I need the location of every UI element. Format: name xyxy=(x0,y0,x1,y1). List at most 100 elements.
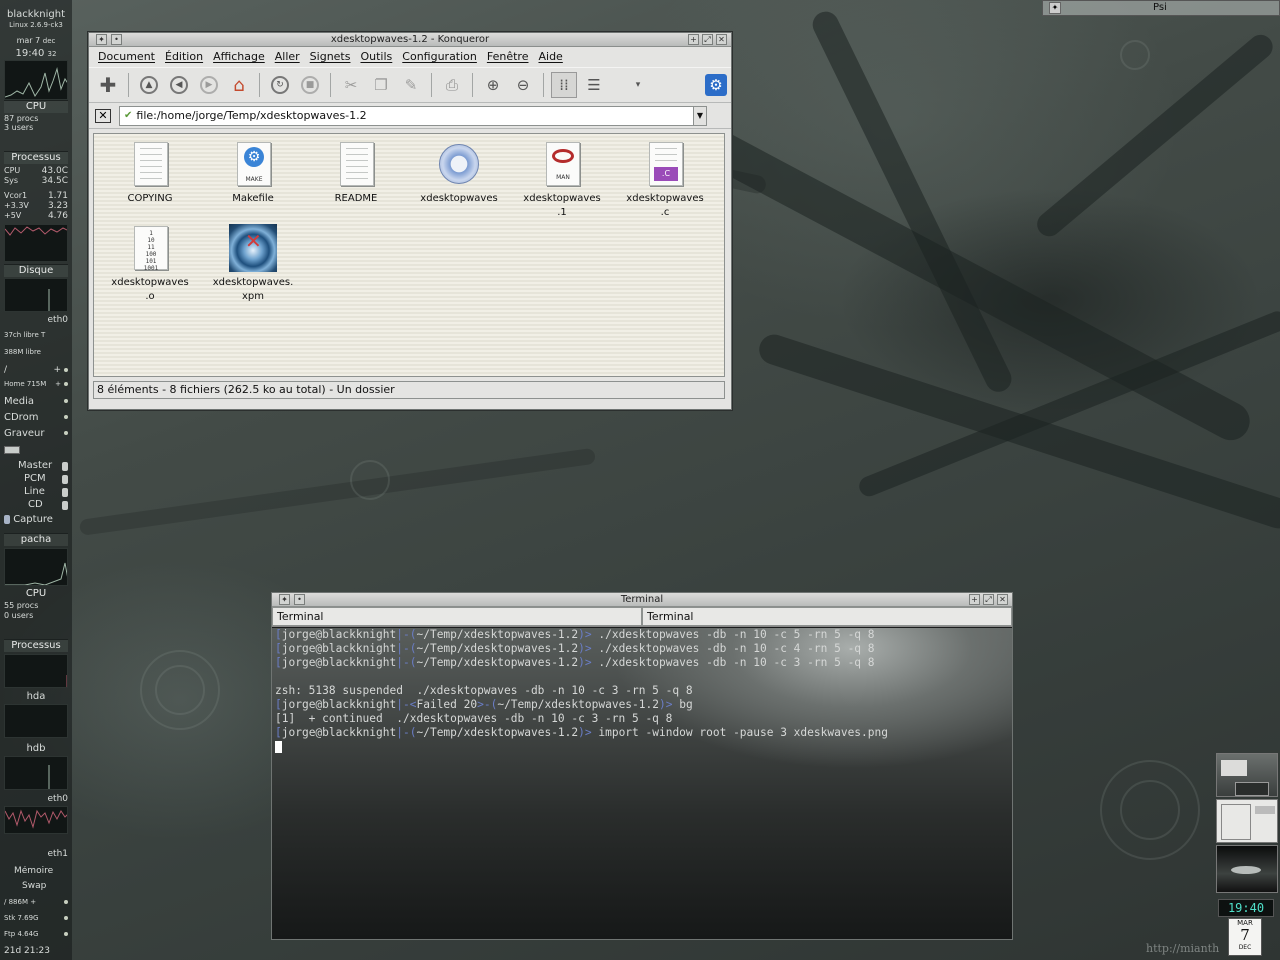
mixer-capture[interactable]: Capture xyxy=(4,514,68,525)
fs-entry: 37ch libre T xyxy=(4,331,46,339)
list-view-icon[interactable]: ☰ xyxy=(581,72,607,98)
terminal-line: [jorge@blackknight|-<Failed 20>-(~/Temp/… xyxy=(275,698,693,711)
calendar-day: 7 xyxy=(1240,926,1250,944)
menu-outils[interactable]: Outils xyxy=(355,47,397,67)
eth1-label: eth1 xyxy=(47,849,69,859)
file-item-xpm[interactable]: ✕ xdesktopwaves. xpm xyxy=(201,224,305,304)
close-button[interactable]: ✕ xyxy=(997,594,1008,605)
terminal-line: [jorge@blackknight|-(~/Temp/xdesktopwave… xyxy=(275,726,888,739)
zoom-in-icon[interactable]: ⊕ xyxy=(480,72,506,98)
proc2-graph xyxy=(4,654,68,688)
wallpaper-watermark: http://mianth xyxy=(1146,942,1220,955)
uptime: 21d 21:23 xyxy=(4,946,50,956)
eth0-label: eth0 xyxy=(47,315,69,325)
konqueror-gear-icon[interactable]: ⚙ xyxy=(705,74,727,96)
file-item-xdesktopwaves[interactable]: xdesktopwaves xyxy=(407,140,511,206)
digital-clock: 19:40 xyxy=(1218,899,1274,917)
desktop-thumbnail-1[interactable] xyxy=(1216,753,1278,797)
new-tab-icon[interactable]: ✚ xyxy=(95,72,121,98)
mixer-cd[interactable]: CD xyxy=(4,499,68,510)
hdb-label: hdb xyxy=(26,743,46,754)
status-bar: 8 éléments - 8 fichiers (262.5 ko au tot… xyxy=(93,381,725,399)
location-input[interactable]: ✔ file:/home/jorge/Temp/xdesktopwaves-1.… xyxy=(119,105,707,126)
mixer-pcm[interactable]: PCM xyxy=(4,473,68,484)
file-item-readme[interactable]: README xyxy=(304,140,408,206)
psi-button[interactable]: ✦ xyxy=(1049,2,1061,14)
clear-location-icon[interactable]: ✕ xyxy=(95,108,111,123)
terminal-output[interactable]: [jorge@blackknight|-(~/Temp/xdesktopwave… xyxy=(272,628,1012,939)
psi-label: Psi xyxy=(1153,2,1167,13)
menu-fenetre[interactable]: Fenêtre xyxy=(482,47,534,67)
forward-icon[interactable]: ▶ xyxy=(196,72,222,98)
terminal-tab-1[interactable]: Terminal xyxy=(272,607,642,626)
terminal-window: ✦ • Terminal + ⤢ ✕ Terminal Terminal [jo… xyxy=(271,592,1013,940)
maximize-button[interactable]: ⤢ xyxy=(702,34,713,45)
desktop-thumbnail-3[interactable] xyxy=(1216,845,1278,893)
terminal-cursor xyxy=(275,740,1009,754)
makefile-icon: ⚙ MAKE xyxy=(229,140,277,188)
man-page-icon: MAN xyxy=(538,140,586,188)
terminal-tab-2[interactable]: Terminal xyxy=(642,607,1012,626)
file-item-c-source[interactable]: .C xdesktopwaves .c xyxy=(613,140,717,220)
mail-icon[interactable] xyxy=(4,446,68,456)
proc2-label: Processus xyxy=(4,639,68,652)
sensor-graph xyxy=(4,224,68,262)
menu-configuration[interactable]: Configuration xyxy=(397,47,482,67)
mount-graveur[interactable]: Graveur xyxy=(4,428,68,439)
cut-icon[interactable]: ✂ xyxy=(338,72,364,98)
toolbar-more-icon[interactable]: ▾ xyxy=(625,72,651,98)
cpu-graph xyxy=(4,60,68,100)
disk-label: Disque xyxy=(4,264,68,277)
konqueror-titlebar[interactable]: ✦ • xdesktopwaves-1.2 - Konqueror + ⤢ ✕ xyxy=(89,33,731,47)
folder-url-icon: ✔ xyxy=(124,110,133,121)
file-item-copying[interactable]: COPYING xyxy=(98,140,202,206)
mount-media[interactable]: Media xyxy=(4,396,68,407)
up-icon[interactable]: ▲ xyxy=(136,72,162,98)
location-dropdown-icon[interactable]: ▼ xyxy=(693,105,707,126)
sensor-sys: Sys 34.5C xyxy=(4,176,68,186)
terminal-line: [jorge@blackknight|-(~/Temp/xdesktopwave… xyxy=(275,642,875,655)
file-icon-view[interactable]: COPYING ⚙ MAKE Makefile README xdesktopwa… xyxy=(93,133,725,377)
menu-document[interactable]: Document xyxy=(93,47,160,67)
maximize-button[interactable]: ⤢ xyxy=(983,594,994,605)
file-item-man-page[interactable]: MAN xdesktopwaves .1 xyxy=(510,140,614,220)
terminal-line: [1] + continued ./xdesktopwaves -db -n 1… xyxy=(275,712,673,725)
minimize-button[interactable]: + xyxy=(688,34,699,45)
text-doc-icon xyxy=(332,140,380,188)
zoom-out-icon[interactable]: ⊖ xyxy=(510,72,536,98)
menu-edition[interactable]: Édition xyxy=(160,47,208,67)
stop-icon[interactable]: ■ xyxy=(297,72,323,98)
menu-affichage[interactable]: Affichage xyxy=(208,47,270,67)
terminal-titlebar[interactable]: ✦ • Terminal + ⤢ ✕ xyxy=(272,593,1012,607)
file-item-makefile[interactable]: ⚙ MAKE Makefile xyxy=(201,140,305,206)
reload-icon[interactable]: ↻ xyxy=(267,72,293,98)
sticky-button[interactable]: ✦ xyxy=(96,34,107,45)
file-item-object[interactable]: 1 10 11 100 101 1001 xdesktopwaves .o xyxy=(98,224,202,304)
menu-signets[interactable]: Signets xyxy=(305,47,356,67)
print-icon[interactable]: ⎙ xyxy=(439,72,465,98)
gk-date: mar 7 dec xyxy=(16,36,56,45)
menu-aide[interactable]: Aide xyxy=(533,47,567,67)
konqueror-window: ✦ • xdesktopwaves-1.2 - Konqueror + ⤢ ✕ … xyxy=(88,32,732,410)
gk-kernel: Linux 2.6.9-ck3 xyxy=(9,21,63,29)
paste-icon[interactable]: ✎ xyxy=(398,72,424,98)
location-bar: ✕ ✔ file:/home/jorge/Temp/xdesktopwaves-… xyxy=(89,103,731,129)
copy-icon[interactable]: ❐ xyxy=(368,72,394,98)
minimize-button[interactable]: + xyxy=(969,594,980,605)
mixer-master[interactable]: Master xyxy=(4,460,68,471)
psi-bar[interactable]: ✦ Psi xyxy=(1042,0,1280,16)
mixer-line[interactable]: Line xyxy=(4,486,68,497)
memory-label: Mémoire xyxy=(14,866,54,876)
desktop-thumbnail-2[interactable] xyxy=(1216,799,1278,843)
mount-cdrom[interactable]: CDrom xyxy=(4,412,68,423)
cpu2-label: CPU xyxy=(25,588,47,599)
executable-gear-icon xyxy=(435,140,483,188)
back-icon[interactable]: ◀ xyxy=(166,72,192,98)
icon-view-icon[interactable]: ⁞⁞ xyxy=(551,72,577,98)
sticky-button[interactable]: ✦ xyxy=(279,594,290,605)
menu-button[interactable]: • xyxy=(111,34,122,45)
menu-button[interactable]: • xyxy=(294,594,305,605)
close-button[interactable]: ✕ xyxy=(716,34,727,45)
menu-aller[interactable]: Aller xyxy=(270,47,305,67)
home-icon[interactable]: ⌂ xyxy=(226,72,252,98)
